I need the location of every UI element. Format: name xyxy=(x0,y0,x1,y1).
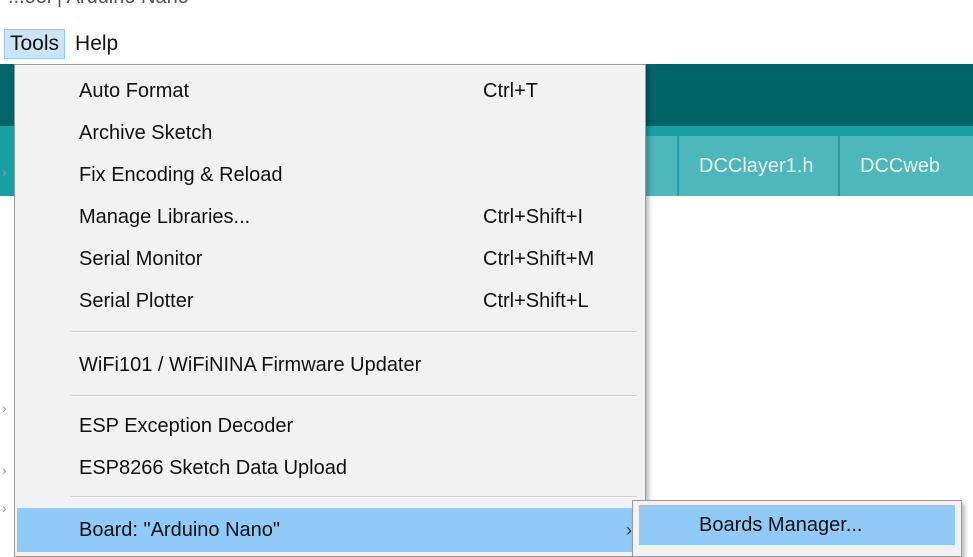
menu-item-shortcut: Ctrl+T xyxy=(483,79,538,102)
ide-tab-dccweb[interactable]: DCCweb xyxy=(840,136,973,196)
gutter-glyph: › xyxy=(2,462,7,478)
menu-item-board[interactable]: Board: "Arduino Nano" › xyxy=(17,508,643,552)
menu-item-label: Auto Format xyxy=(79,79,190,102)
editor-gutter: › › › › xyxy=(0,64,14,557)
menu-item-serial-monitor[interactable]: Serial Monitor Ctrl+Shift+M xyxy=(17,239,643,279)
menu-item-label: Serial Monitor xyxy=(79,247,203,270)
menu-item-serial-plotter[interactable]: Serial Plotter Ctrl+Shift+L xyxy=(17,281,643,321)
menu-item-manage-libraries[interactable]: Manage Libraries... Ctrl+Shift+I xyxy=(17,197,643,237)
menu-item-label: Board: "Arduino Nano" xyxy=(79,518,280,541)
menu-item-esp-exception-decoder[interactable]: ESP Exception Decoder xyxy=(17,406,643,446)
menu-item-shortcut: Ctrl+Shift+M xyxy=(483,247,595,270)
menu-bar: Tools Help xyxy=(0,26,973,62)
menu-item-archive-sketch[interactable]: Archive Sketch xyxy=(17,113,643,153)
menu-item-label: ESP Exception Decoder xyxy=(79,414,294,437)
gutter-glyph: › xyxy=(2,400,7,416)
menu-item-label: Manage Libraries... xyxy=(79,205,251,228)
menu-separator xyxy=(71,395,637,397)
board-submenu: Boards Manager... xyxy=(632,500,962,557)
menu-item-fix-encoding[interactable]: Fix Encoding & Reload xyxy=(17,155,643,195)
menu-item-boards-manager[interactable]: Boards Manager... xyxy=(639,505,955,545)
gutter-glyph: › xyxy=(2,164,7,180)
menu-item-shortcut: Ctrl+Shift+I xyxy=(483,205,584,228)
ide-tab-dcclayer1[interactable]: DCClayer1.h xyxy=(679,136,839,196)
window-title: ...ool | Arduino Nano xyxy=(8,0,189,9)
menu-item-shortcut: Ctrl+Shift+L xyxy=(483,289,589,312)
menu-separator xyxy=(71,496,637,498)
gutter-glyph: › xyxy=(2,500,7,516)
menu-item-auto-format[interactable]: Auto Format Ctrl+T xyxy=(17,71,643,111)
menu-item-label: Boards Manager... xyxy=(699,513,863,536)
menu-separator xyxy=(71,331,637,333)
menu-item-label: Serial Plotter xyxy=(79,289,194,312)
menu-help[interactable]: Help xyxy=(69,29,124,59)
menu-item-firmware-updater[interactable]: WiFi101 / WiFiNINA Firmware Updater xyxy=(17,345,643,385)
menu-item-label: Archive Sketch xyxy=(79,121,213,144)
menu-item-label: WiFi101 / WiFiNINA Firmware Updater xyxy=(79,353,422,376)
menu-tools[interactable]: Tools xyxy=(4,29,66,59)
menu-item-esp8266-data-upload[interactable]: ESP8266 Sketch Data Upload xyxy=(17,448,643,488)
menu-item-label: Fix Encoding & Reload xyxy=(79,163,283,186)
menu-item-label: ESP8266 Sketch Data Upload xyxy=(79,456,347,479)
tools-menu: Auto Format Ctrl+T Archive Sketch Fix En… xyxy=(14,64,646,557)
